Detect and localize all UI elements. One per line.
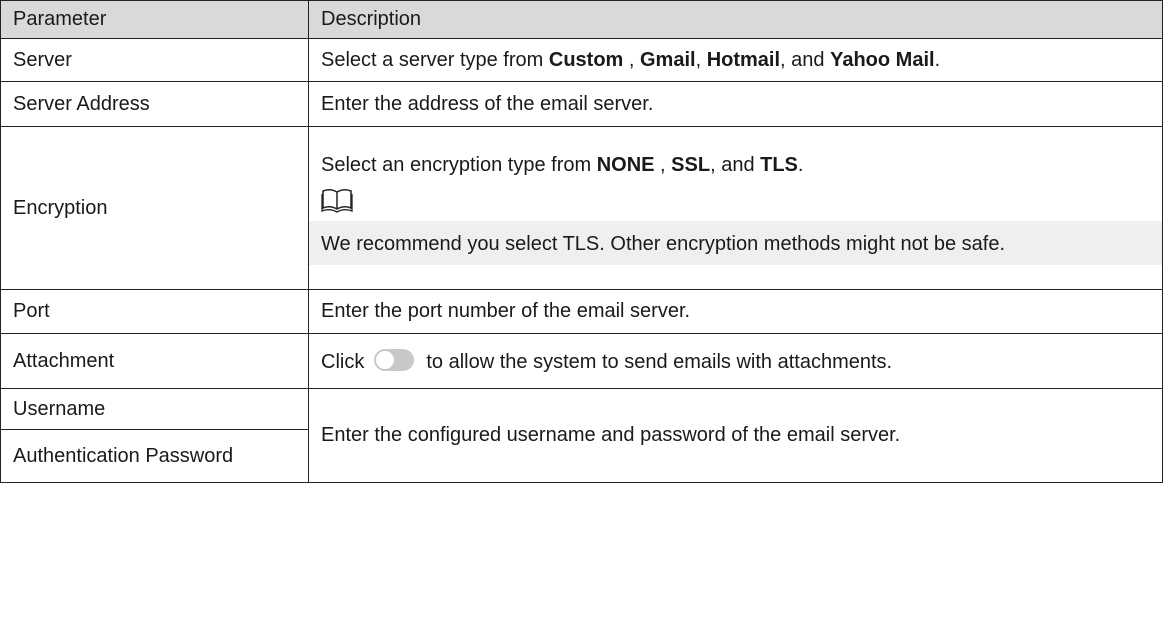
toggle-switch-off-icon — [374, 348, 415, 371]
param-server-address: Server Address — [0, 81, 309, 127]
desc-server: Select a server type from Custom , Gmail… — [308, 38, 1163, 82]
desc-port: Enter the port number of the email serve… — [308, 289, 1163, 334]
param-port: Port — [0, 289, 309, 334]
option-gmail: Gmail — [640, 48, 696, 71]
table-header-row: Parameter Description — [0, 0, 1163, 39]
encryption-desc-line: Select an encryption type from NONE , SS… — [321, 154, 1150, 177]
separator: , — [654, 153, 672, 176]
period: . — [797, 153, 804, 176]
option-custom: Custom — [548, 48, 624, 71]
table-row-port: Port Enter the port number of the email … — [0, 289, 1163, 334]
desc-credentials: Enter the configured username and passwo… — [308, 388, 1163, 483]
option-yahoo-mail: Yahoo Mail — [830, 48, 935, 71]
param-server: Server — [0, 38, 309, 82]
table-row-attachment: Attachment Click to allow the system to s… — [0, 333, 1163, 389]
header-parameter: Parameter — [0, 0, 309, 39]
option-hotmail: Hotmail — [706, 48, 781, 71]
toggle-knob — [376, 350, 395, 369]
param-encryption: Encryption — [0, 126, 309, 290]
desc-text: Select an encryption type from — [321, 153, 597, 176]
option-tls: TLS — [760, 153, 798, 176]
table-row-encryption: Encryption Select an encryption type fro… — [0, 126, 1163, 290]
option-ssl: SSL — [671, 153, 711, 176]
separator: , — [623, 48, 640, 71]
option-none: NONE — [596, 153, 655, 176]
separator: , and — [710, 153, 761, 176]
parameter-table: Parameter Description Server Select a se… — [0, 0, 1163, 483]
header-description: Description — [308, 0, 1163, 39]
table-row-server: Server Select a server type from Custom … — [0, 38, 1163, 82]
desc-encryption: Select an encryption type from NONE , SS… — [308, 126, 1163, 290]
param-attachment: Attachment — [0, 333, 309, 389]
table-row-username: Username Enter the configured username a… — [0, 388, 1163, 483]
param-auth-password: Authentication Password — [0, 429, 309, 483]
period: . — [934, 48, 941, 71]
table-row-server-address: Server Address Enter the address of the … — [0, 81, 1163, 127]
desc-text: Select a server type from — [321, 48, 549, 71]
desc-text: Click — [321, 350, 365, 373]
desc-attachment: Click to allow the system to send emails … — [308, 333, 1163, 389]
desc-server-address: Enter the address of the email server. — [308, 81, 1163, 127]
desc-text: to allow the system to send emails with … — [426, 350, 893, 373]
encryption-note: We recommend you select TLS. Other encry… — [309, 220, 1162, 265]
book-note-icon — [321, 187, 1150, 213]
param-username: Username — [0, 388, 309, 430]
separator: , and — [780, 48, 831, 71]
separator: , — [695, 48, 707, 71]
